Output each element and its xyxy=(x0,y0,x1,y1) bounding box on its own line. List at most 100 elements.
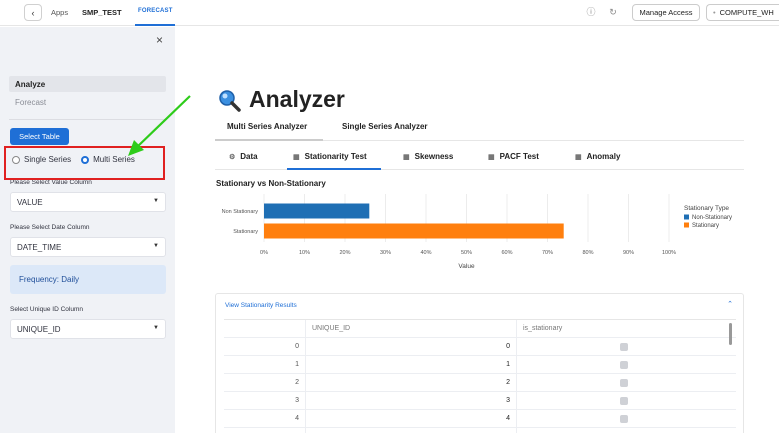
is-stationary-cell xyxy=(517,338,736,356)
table-row[interactable]: 55 xyxy=(224,428,736,433)
table-row[interactable]: 44 xyxy=(224,410,736,428)
page-title-text: Analyzer xyxy=(249,86,345,112)
column-header[interactable] xyxy=(224,320,306,338)
gear-icon: ⚙ xyxy=(229,153,236,161)
x-tick-label: 20% xyxy=(339,250,350,256)
x-tick-label: 80% xyxy=(582,250,593,256)
unique-id-select[interactable]: UNIQUE_ID ▼ xyxy=(10,319,166,339)
frequency-info: Frequency: Daily xyxy=(10,265,166,294)
unique-id-cell: 0 xyxy=(306,338,517,356)
tab-single-series-analyzer[interactable]: Single Series Analyzer xyxy=(342,122,428,131)
select-table-button[interactable]: Select Table xyxy=(10,128,69,145)
value-column-select[interactable]: VALUE ▼ xyxy=(10,192,166,212)
bar xyxy=(264,203,370,219)
warehouse-label: COMPUTE_WH xyxy=(719,8,774,17)
date-column-select[interactable]: DATE_TIME ▼ xyxy=(10,237,166,257)
table-row[interactable]: 33 xyxy=(224,392,736,410)
x-tick-label: 50% xyxy=(461,250,472,256)
tab-anomaly[interactable]: ▦ Anomaly xyxy=(575,152,620,161)
legend-title: Stationary Type xyxy=(684,205,729,212)
tab-pacf-label: PACF Test xyxy=(499,152,539,161)
checkbox-icon xyxy=(620,379,628,387)
row-index: 3 xyxy=(224,392,306,410)
warehouse-button[interactable]: • COMPUTE_WH xyxy=(706,4,779,21)
row-index: 4 xyxy=(224,410,306,428)
info-icon[interactable]: ⓘ xyxy=(586,7,596,17)
date-column-label: Please Select Date Column xyxy=(10,224,90,231)
unique-id-cell: 2 xyxy=(306,374,517,392)
table-scrollbar[interactable] xyxy=(729,323,732,345)
row-index: 5 xyxy=(224,428,306,433)
tab-multi-series-analyzer[interactable]: Multi Series Analyzer xyxy=(227,122,307,131)
manage-access-button[interactable]: Manage Access xyxy=(632,4,700,21)
table-icon: ▦ xyxy=(293,153,300,161)
column-header[interactable]: is_stationary xyxy=(517,320,736,338)
tab-stationarity-label: Stationarity Test xyxy=(304,152,367,161)
table-header-row: UNIQUE_ID is_stationary xyxy=(224,320,736,338)
tab-pacf-test[interactable]: ▦ PACF Test xyxy=(488,152,539,161)
back-button[interactable]: ‹ xyxy=(24,4,42,21)
chevron-down-icon: ▼ xyxy=(153,325,159,331)
annotation-arrow xyxy=(128,95,191,156)
legend-entry: Stationary xyxy=(692,223,719,229)
table-row[interactable]: 22 xyxy=(224,374,736,392)
unique-id-cell: 5 xyxy=(306,428,517,433)
chevron-up-icon[interactable]: ⌃ xyxy=(727,300,733,308)
checkbox-icon xyxy=(620,361,628,369)
checkbox-icon xyxy=(620,343,628,351)
value-column-value: VALUE xyxy=(17,198,43,207)
unique-id-label: Select Unique ID Column xyxy=(10,306,83,313)
active-tab-underline xyxy=(215,139,323,141)
stationarity-bar-chart: 0% 10% 20% 30% 40% 50% 60% 70% 80% 90% 100% Non Sta… xyxy=(222,194,732,270)
chevron-down-icon: ▼ xyxy=(153,198,159,204)
refresh-icon[interactable]: ↻ xyxy=(608,7,618,17)
x-tick-label: 0% xyxy=(260,250,268,256)
active-subtab-underline xyxy=(287,168,381,170)
unique-id-cell: 4 xyxy=(306,410,517,428)
tab-data[interactable]: ⚙ Data xyxy=(229,152,258,161)
chart-title: Stationary vs Non-Stationary xyxy=(216,179,326,188)
breadcrumb-app-name: SMP_TEST xyxy=(82,8,122,17)
tab-stationarity-test[interactable]: ▦ Stationarity Test xyxy=(293,152,367,161)
top-bar: ‹ Apps SMP_TEST FORECAST ⓘ ↻ Manage Acce… xyxy=(0,0,779,26)
warehouse-dot-icon: • xyxy=(713,8,716,17)
legend-entry: Non-Stationary xyxy=(692,215,732,221)
stationarity-results-expander: View Stationarity Results ⌃ UNIQUE_ID is_… xyxy=(215,293,744,433)
active-tab-underline xyxy=(135,24,175,26)
tab-skewness-label: Skewness xyxy=(414,152,454,161)
row-index: 2 xyxy=(224,374,306,392)
tab-skewness[interactable]: ▦ Skewness xyxy=(403,152,453,161)
row-index: 0 xyxy=(224,338,306,356)
page-title: Analyzer xyxy=(217,86,345,113)
column-header[interactable]: UNIQUE_ID xyxy=(306,320,517,338)
row-index: 1 xyxy=(224,356,306,374)
chevron-left-icon: ‹ xyxy=(31,7,35,18)
is-stationary-cell xyxy=(517,356,736,374)
sidebar: × Analyze Forecast Select Table Single S… xyxy=(0,27,175,433)
x-tick-label: 60% xyxy=(501,250,512,256)
x-tick-label: 40% xyxy=(420,250,431,256)
table-row[interactable]: 11 xyxy=(224,356,736,374)
legend-swatch xyxy=(684,214,689,220)
x-tick-label: 90% xyxy=(623,250,634,256)
is-stationary-cell xyxy=(517,428,736,433)
table-icon: ▦ xyxy=(488,153,495,161)
magnifier-icon xyxy=(219,89,241,112)
analyzer-tabs: Multi Series Analyzer Single Series Anal… xyxy=(215,115,744,141)
close-icon[interactable]: × xyxy=(156,33,163,47)
x-axis-label: Value xyxy=(458,263,475,270)
unique-id-value: UNIQUE_ID xyxy=(17,325,61,334)
tab-data-label: Data xyxy=(240,152,258,161)
table-row[interactable]: 00 xyxy=(224,338,736,356)
unique-id-cell: 1 xyxy=(306,356,517,374)
legend-swatch xyxy=(684,222,689,228)
is-stationary-cell xyxy=(517,374,736,392)
is-stationary-cell xyxy=(517,410,736,428)
tab-forecast[interactable]: FORECAST xyxy=(138,8,173,14)
checkbox-icon xyxy=(620,397,628,405)
date-column-value: DATE_TIME xyxy=(17,243,62,252)
is-stationary-cell xyxy=(517,392,736,410)
expander-title[interactable]: View Stationarity Results xyxy=(225,302,297,309)
breadcrumb-apps[interactable]: Apps xyxy=(51,8,68,17)
table-icon: ▦ xyxy=(403,153,410,161)
